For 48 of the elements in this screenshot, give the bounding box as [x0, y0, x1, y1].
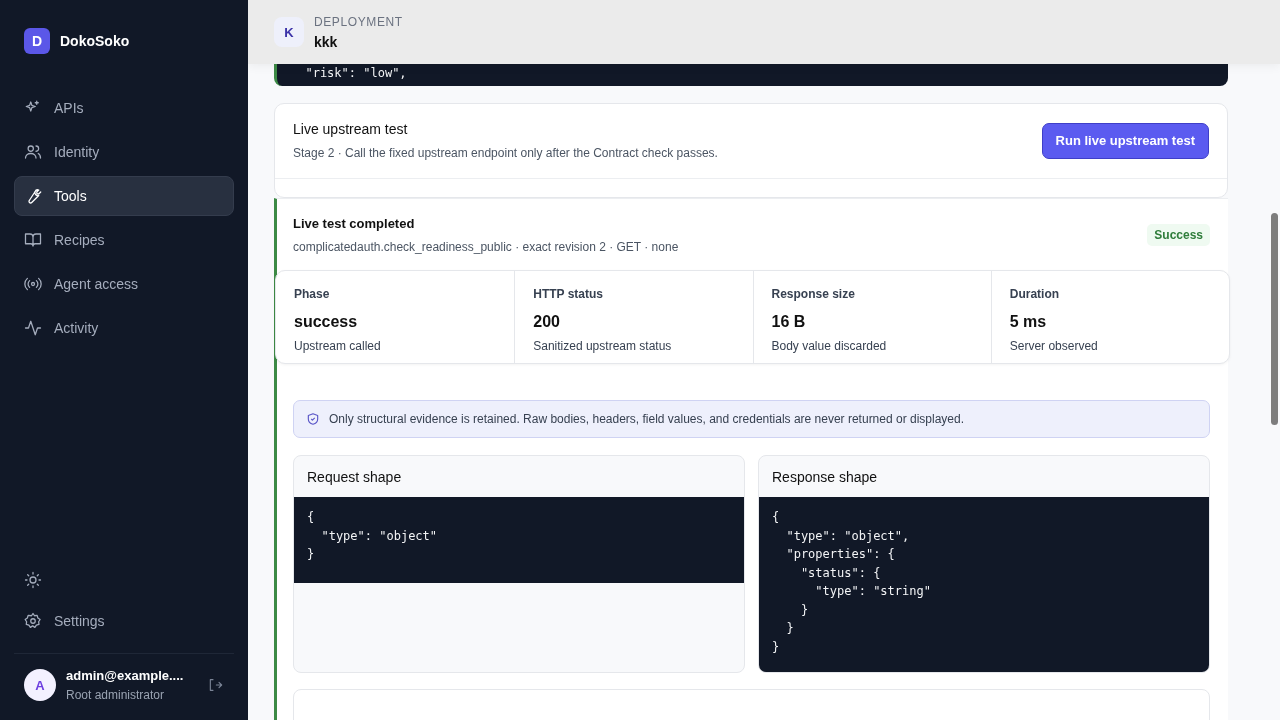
user-avatar: A	[24, 669, 56, 701]
user-name: admin@example....	[66, 668, 184, 683]
stat-label: HTTP status	[533, 287, 605, 301]
section-label: DEPLOYMENT	[314, 14, 403, 29]
book-icon	[24, 231, 42, 249]
radio-icon	[24, 275, 42, 293]
logo-badge: D	[24, 28, 50, 54]
result-title: Live test completed	[293, 216, 416, 231]
shield-icon	[306, 412, 320, 426]
stat-value: 5 ms	[1009, 313, 1048, 331]
stat-note: Sanitized upstream status	[533, 339, 673, 353]
code-block: "risk": "low",	[274, 64, 1228, 86]
status-badge: Success	[1147, 224, 1210, 246]
stat-label: Duration	[1009, 287, 1061, 301]
settings-icon	[24, 612, 42, 630]
brand-name: DokoSoko	[60, 33, 130, 49]
user-role: Root administrator	[66, 688, 166, 702]
stat-label: Phase	[294, 287, 331, 301]
scrollbar-thumb[interactable]	[1271, 213, 1278, 425]
settings-link[interactable]: Settings	[14, 601, 234, 641]
card-title: Live upstream test	[293, 121, 409, 137]
sun-icon[interactable]	[24, 571, 42, 589]
activity-icon	[24, 319, 42, 337]
nav-item[interactable]: Recipes	[14, 220, 234, 260]
logout-icon[interactable]	[207, 677, 224, 693]
stat-note: Server observed	[1009, 339, 1099, 353]
deployment-badge: K	[274, 17, 304, 47]
stat-note: Body value discarded	[771, 339, 888, 353]
nav-item[interactable]: Identity	[14, 132, 234, 172]
nav-item[interactable]: APIs	[14, 88, 234, 128]
stat-note: Upstream called	[294, 339, 382, 353]
notice-text: Only structural evidence is retained. Raw bodies, headers, field values, and credentials are never returned or displayed.	[329, 412, 964, 426]
card-description: Stage 2 · Call the fixed upstream endpoint only after the Contract check passes.	[293, 146, 718, 160]
stat-value: success	[294, 313, 359, 331]
shape-title: Response shape	[771, 468, 879, 487]
shape-title: Request shape	[306, 468, 403, 487]
stat-value: 200	[533, 313, 561, 331]
run-test-button[interactable]: Run live upstream test	[1041, 122, 1209, 159]
code-block: { "type": "object" }	[294, 497, 744, 583]
nav-item[interactable]: Activity	[14, 308, 234, 348]
result-subtitle: complicatedauth.check_readiness_public · exact revision 2 · GET · none	[293, 240, 679, 254]
stat-value: 16 B	[771, 313, 807, 331]
deployment-name: kkk	[314, 33, 339, 50]
code-block: { "type": "object", "properties": { "status": { "type": "string" } } }	[759, 497, 1209, 672]
nav-item[interactable]: Agent access	[14, 264, 234, 304]
users-icon	[24, 143, 42, 161]
nav-item[interactable]: Tools	[14, 176, 234, 216]
stat-label: Response size	[771, 287, 856, 301]
